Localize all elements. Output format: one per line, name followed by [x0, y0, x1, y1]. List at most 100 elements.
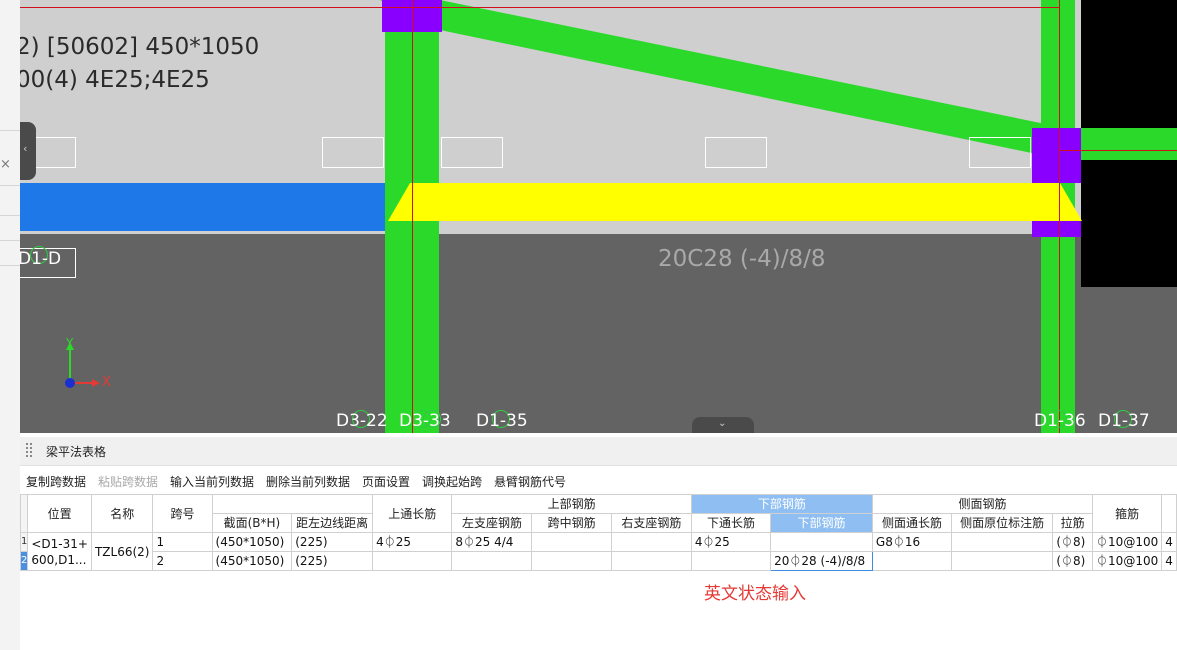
divider — [0, 240, 20, 241]
copy-span-button[interactable]: 复制跨数据 — [26, 473, 86, 490]
edge-distance-cell[interactable]: (225) — [291, 551, 374, 571]
column-header-group — [211, 494, 374, 514]
gridline-label: D1-35 — [476, 411, 528, 431]
edge-distance-cell[interactable]: (225) — [291, 532, 374, 552]
row-number[interactable]: 2 — [19, 551, 29, 571]
axis-tag-label: D1-D — [20, 249, 62, 269]
column-header[interactable]: 跨中钢筋 — [531, 513, 612, 533]
table-row: 2 2 (450*1050) (225) 20⏀28 (-4)/8/8 (⏀8)… — [19, 551, 1177, 571]
corner-cell — [19, 494, 29, 533]
divider — [0, 185, 20, 186]
stirrup-cell[interactable]: ⏀10@100 — [1092, 532, 1163, 552]
column-header[interactable]: 下通长筋 — [690, 513, 772, 533]
top-through-cell[interactable]: 4⏀25 — [372, 532, 453, 552]
gridline-label: D3-33 — [399, 411, 451, 431]
left-side-strip — [0, 0, 20, 650]
column-header[interactable]: 侧面原位标注筋 — [951, 513, 1054, 533]
column-header-selected[interactable]: 下部钢筋 — [770, 513, 873, 533]
bottom-through-cell[interactable] — [690, 551, 772, 571]
table-row: 1 <D1-31+ 600,D1... TZL66(2) 1 (450*1050… — [19, 532, 1177, 571]
panel-titlebar[interactable]: 梁平法表格 — [20, 437, 1177, 466]
mid-span-cell[interactable] — [531, 532, 612, 552]
bottom-through-cell[interactable]: 4⏀25 — [690, 532, 772, 552]
right-support-cell[interactable] — [610, 551, 692, 571]
column-header-overflow — [1161, 494, 1177, 533]
panel-title: 梁平法表格 — [46, 445, 107, 459]
column-header[interactable]: 上通长筋 — [372, 494, 453, 533]
span-cell[interactable]: 1 — [152, 532, 213, 552]
swap-start-span-button[interactable]: 调换起始跨 — [422, 473, 482, 490]
section-cell[interactable]: (450*1050) — [211, 551, 293, 571]
cantilever-code-button[interactable]: 悬臂钢筋代号 — [494, 473, 566, 490]
column-header-group: 上部钢筋 — [451, 494, 692, 514]
span-cell[interactable]: 2 — [152, 551, 213, 571]
column-header[interactable]: 拉筋 — [1052, 513, 1094, 533]
outline-box — [969, 137, 1031, 168]
input-column-button[interactable]: 输入当前列数据 — [170, 473, 254, 490]
column-header[interactable]: 截面(B*H) — [211, 513, 293, 533]
left-support-cell[interactable]: 8⏀25 4/4 — [451, 532, 533, 552]
red-guide-line — [20, 7, 1060, 8]
gridline-label: D1-37 — [1098, 411, 1150, 431]
chevron-left-icon: ‹ — [23, 142, 28, 155]
outline-box — [441, 137, 503, 168]
divider — [0, 265, 20, 266]
name-cell[interactable]: TZL66(2) — [90, 532, 154, 571]
red-guide-line — [1060, 150, 1177, 151]
drawing-canvas[interactable]: 2) [50602] 450*1050 00(4) 4E25;4E25 20C2… — [20, 0, 1177, 433]
axis-y-label: Y — [66, 336, 74, 350]
beam-label-line1: 2) [50602] 450*1050 — [20, 34, 260, 60]
page-setup-button[interactable]: 页面设置 — [362, 473, 410, 490]
left-support-cell[interactable] — [451, 551, 533, 571]
red-guide-line — [412, 0, 413, 433]
column-header-group-selected: 下部钢筋 — [690, 494, 873, 514]
column-header[interactable]: 右支座钢筋 — [610, 513, 692, 533]
stirrup-cell[interactable]: ⏀10@100 — [1092, 551, 1163, 571]
divider — [0, 130, 20, 131]
column-header-group: 侧面钢筋 — [871, 494, 1094, 514]
beam-table: 位置 名称 跨号 上通长筋 上部钢筋 下部钢筋 侧面钢筋 箍筋 截面(B*H) … — [19, 494, 1177, 571]
overflow-cell[interactable]: 4 — [1161, 532, 1177, 552]
red-guide-line — [1059, 0, 1060, 433]
beam-table-panel: 梁平法表格 复制跨数据 粘贴跨数据 输入当前列数据 删除当前列数据 页面设置 调… — [19, 437, 1177, 650]
column-header[interactable]: 位置 — [27, 494, 92, 533]
bottom-rebar-cell[interactable] — [770, 532, 873, 552]
node-right-lower — [1032, 221, 1081, 237]
delete-column-button[interactable]: 删除当前列数据 — [266, 473, 350, 490]
axis-x-label: X — [102, 375, 111, 390]
outline-box — [322, 137, 384, 168]
gridline-label: D1-36 — [1034, 411, 1086, 431]
side-through-cell[interactable] — [871, 551, 953, 571]
bottom-rebar-input[interactable]: 20⏀28 (-4)/8/8 — [770, 551, 873, 571]
mid-span-cell[interactable] — [531, 551, 612, 571]
side-in-situ-cell[interactable] — [951, 551, 1054, 571]
input-hint: 英文状态输入 — [704, 584, 806, 604]
column-header[interactable]: 左支座钢筋 — [451, 513, 533, 533]
gridline-label: D3-22 — [336, 411, 388, 431]
outline-box — [705, 137, 767, 168]
row-number[interactable]: 1 — [19, 532, 29, 552]
top-through-cell[interactable] — [372, 551, 453, 571]
paste-span-button[interactable]: 粘贴跨数据 — [98, 473, 158, 490]
divider — [0, 215, 20, 216]
tie-cell[interactable]: (⏀8) — [1052, 532, 1094, 552]
chevron-down-icon: ⌄ — [718, 418, 727, 429]
close-icon[interactable]: × — [0, 156, 14, 174]
column-header[interactable]: 名称 — [90, 494, 154, 533]
node-right — [1032, 128, 1081, 183]
right-support-cell[interactable] — [610, 532, 692, 552]
column-header[interactable]: 箍筋 — [1092, 494, 1163, 533]
selected-beam[interactable] — [20, 0, 1177, 433]
side-in-situ-cell[interactable] — [951, 532, 1054, 552]
side-through-cell[interactable]: G8⏀16 — [871, 532, 953, 552]
bottom-rebar-label: 20C28 (-4)/8/8 — [658, 246, 826, 272]
beam-label-line2: 00(4) 4E25;4E25 — [20, 67, 210, 93]
grip-icon[interactable] — [26, 443, 34, 459]
position-cell[interactable]: <D1-31+ 600,D1... — [27, 532, 92, 571]
section-cell[interactable]: (450*1050) — [211, 532, 293, 552]
tie-cell[interactable]: (⏀8) — [1052, 551, 1094, 571]
column-header[interactable]: 距左边线距离 — [291, 513, 374, 533]
column-header[interactable]: 跨号 — [152, 494, 213, 533]
overflow-cell[interactable]: 4 — [1161, 551, 1177, 571]
column-header[interactable]: 侧面通长筋 — [871, 513, 953, 533]
